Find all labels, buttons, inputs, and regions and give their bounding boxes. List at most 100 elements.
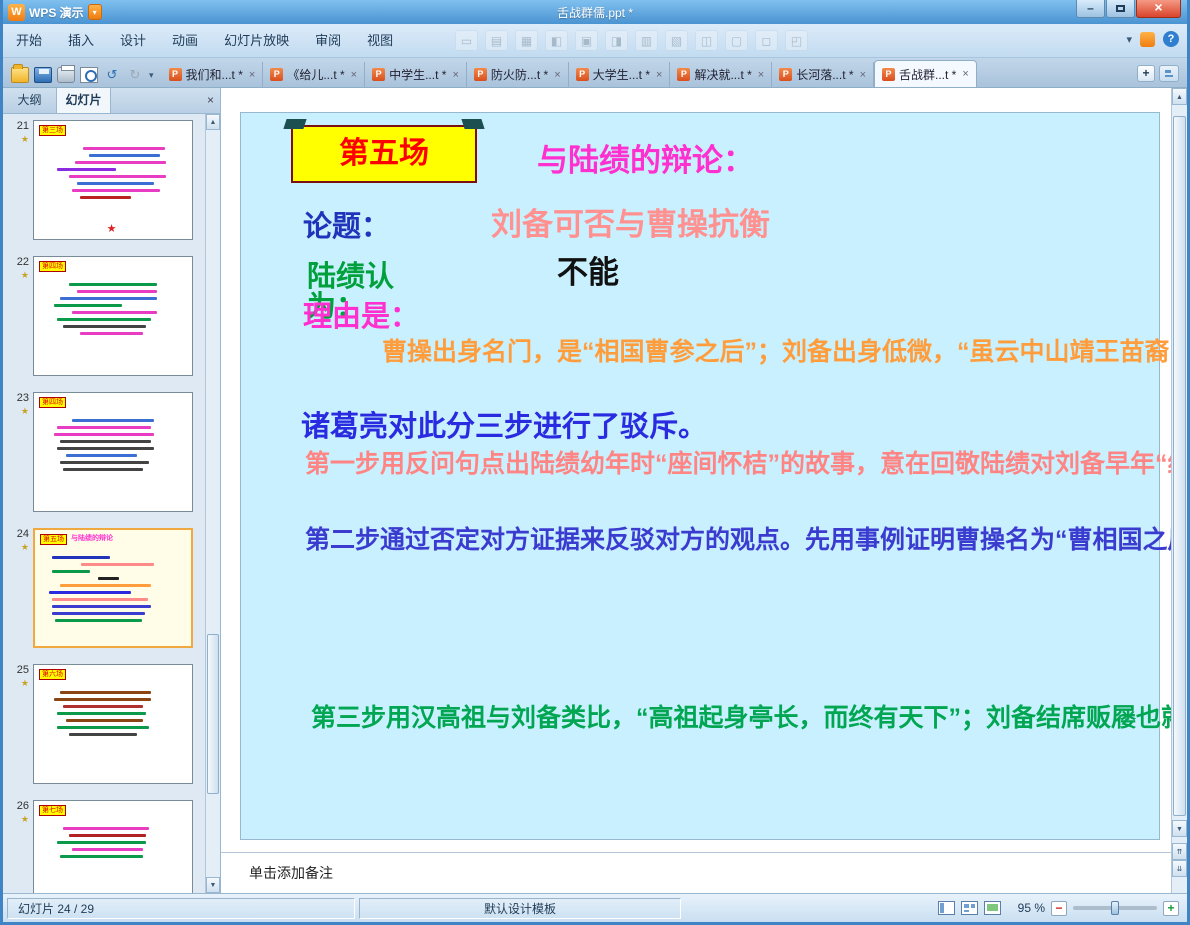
tab-close-icon[interactable]: × xyxy=(450,69,458,81)
zoom-slider-thumb[interactable] xyxy=(1111,901,1119,915)
tab-close-icon[interactable]: × xyxy=(960,68,968,80)
doc-tab[interactable]: P 大学生...t * × xyxy=(569,62,671,87)
step1-paragraph[interactable]: 第一步用反问句点出陆绩幼年时“座间怀桔”的故事，意在回敬陆绩对刘备早年“织席贩屦… xyxy=(305,447,1187,481)
undo-button[interactable]: ↺ xyxy=(103,67,121,83)
zoom-slider[interactable] xyxy=(1073,901,1157,915)
doc-tab[interactable]: P 《给儿...t * × xyxy=(263,62,366,87)
thumbnail-row: 21 ★ 第三场 ★ xyxy=(3,120,205,240)
quote-paragraph[interactable]: 曹操出身名门，是“相国曹参之后”；刘备出身低微，“虽云中山靖王苗裔，却无可稽考，… xyxy=(307,335,1187,370)
quickbar-dropdown-icon[interactable]: ▾ xyxy=(149,70,154,81)
tab-close-icon[interactable]: × xyxy=(756,69,764,81)
tab-close-icon[interactable]: × xyxy=(552,69,560,81)
slideshow-button[interactable] xyxy=(984,901,1001,915)
doc-tab-label: 防火防...t * xyxy=(490,68,549,82)
doc-tab-label: 大学生...t * xyxy=(592,68,650,82)
rebuttal-heading[interactable]: 诸葛亮对此分三步进行了驳斥。 xyxy=(301,403,707,445)
ribbon-collapse-icon[interactable]: ▾ xyxy=(1126,33,1132,46)
print-preview-button[interactable] xyxy=(80,67,98,83)
stance-text[interactable]: 不能 xyxy=(557,247,619,292)
redo-button[interactable]: ↻ xyxy=(126,67,144,83)
ppt-file-icon: P xyxy=(575,68,589,81)
tab-close-icon[interactable]: × xyxy=(247,69,255,81)
zoom-in-button[interactable]: + xyxy=(1163,900,1179,916)
ppt-file-icon: P xyxy=(168,68,182,81)
doc-tab-label: 我们和...t * xyxy=(185,68,243,82)
panel-scroll-thumb[interactable] xyxy=(207,634,219,794)
minimize-button[interactable]: – xyxy=(1076,0,1105,18)
doc-tab-active[interactable]: P 舌战群...t * × xyxy=(874,60,977,87)
tab-outline[interactable]: 大纲 xyxy=(3,88,57,113)
doc-tab[interactable]: P 防火防...t * × xyxy=(467,62,569,87)
tab-close-icon[interactable]: × xyxy=(654,69,662,81)
notes-placeholder[interactable]: 单击添加备注 xyxy=(221,852,1171,893)
thumbnail-content-lines xyxy=(39,419,187,471)
ppt-file-icon: P xyxy=(270,68,284,81)
menu-tab-插入[interactable]: 插入 xyxy=(55,29,107,53)
step2-paragraph[interactable]: 第二步通过否定对方证据来反驳对方的观点。先用事例证明曹操名为“曹相国之后”实为“… xyxy=(305,523,1187,557)
step3-paragraph[interactable]: 第三步用汉高祖与刘备类比，“高祖起身亭长，而终有天下”；刘备结席贩屦也就不见得无… xyxy=(311,701,1187,736)
menu-tab-审阅[interactable]: 审阅 xyxy=(302,29,354,53)
slide-thumbnail-25[interactable]: 第六场 xyxy=(33,664,193,784)
ribbon-tabs: 开始 插入 设计 动画 幻灯片放映 审阅 视图 xyxy=(3,29,406,53)
normal-view-button[interactable] xyxy=(938,901,955,915)
slide-thumbnail-22[interactable]: 第四场 xyxy=(33,256,193,376)
help-icon[interactable]: ? xyxy=(1163,31,1179,47)
panel-close-icon[interactable]: × xyxy=(207,93,214,107)
slide-thumbnail-24-selected[interactable]: 第五场 与陆绩的辩论 xyxy=(33,528,193,648)
doc-tab[interactable]: P 我们和...t * × xyxy=(162,62,264,87)
new-tab-button[interactable]: + xyxy=(1137,65,1155,82)
zoom-level: 95 % xyxy=(1017,901,1045,915)
tab-list-button[interactable] xyxy=(1159,65,1179,82)
thumbnail-row: 23 ★ 第四场 xyxy=(3,392,205,512)
maximize-button[interactable] xyxy=(1106,0,1135,18)
open-file-button[interactable] xyxy=(11,64,29,83)
next-slide-button[interactable]: ⇊ xyxy=(1172,860,1187,877)
thumbnail-row: 24 ★ 第五场 与陆绩的辩论 xyxy=(3,528,205,648)
scroll-thumb[interactable] xyxy=(1173,116,1186,816)
disabled-tool-icon: ◰ xyxy=(785,30,808,51)
menu-tab-视图[interactable]: 视图 xyxy=(354,29,406,53)
print-button[interactable] xyxy=(57,65,75,83)
app-menu-button[interactable]: W WPS 演示 ▾ xyxy=(3,3,102,21)
menu-tab-设计[interactable]: 设计 xyxy=(107,29,159,53)
app-menu-dropdown-icon[interactable]: ▾ xyxy=(87,4,102,20)
slide-sorter-view-button[interactable] xyxy=(961,901,978,915)
menu-tab-开始[interactable]: 开始 xyxy=(3,29,55,53)
main-scrollbar[interactable]: ▲ ▼ ⇈ ⇊ xyxy=(1171,88,1187,893)
ribbon-tab-bar: 开始 插入 设计 动画 幻灯片放映 审阅 视图 ▭ ▤ ▦ ◧ ▣ ◨ ▥ ▧ ◫ ▢ ◻ ◰ ▾ ? xyxy=(3,24,1187,58)
reason-label[interactable]: 理由是： xyxy=(303,293,419,335)
thumbnail-content-lines xyxy=(39,691,187,736)
skin-style-icon[interactable] xyxy=(1140,31,1155,47)
title-bar: W WPS 演示 ▾ 舌战群儒.ppt * – × xyxy=(3,0,1187,24)
document-tab-bar: ↺ ↻ ▾ P 我们和...t * × P 《给儿...t * × P 中学生...t * × P… xyxy=(3,58,1187,88)
thumbnail-banner: 第四场 xyxy=(39,261,66,272)
doc-tab[interactable]: P 中学生...t * × xyxy=(365,62,467,87)
scene-banner[interactable]: 第五场 xyxy=(291,125,477,183)
menu-tab-动画[interactable]: 动画 xyxy=(159,29,211,53)
close-button[interactable]: × xyxy=(1136,0,1181,18)
doc-tab[interactable]: P 解决就...t * × xyxy=(670,62,773,87)
previous-slide-button[interactable]: ⇈ xyxy=(1172,843,1187,860)
slide-canvas[interactable]: 第五场 与陆绩的辩论： 论题： 刘备可否与曹操抗衡 陆绩认 不能 为： 理由是：… xyxy=(240,112,1187,840)
slide-thumbnail-21[interactable]: 第三场 ★ xyxy=(33,120,193,240)
scroll-down-icon[interactable]: ▼ xyxy=(1172,820,1187,837)
slide-thumbnail-26[interactable]: 第七场 xyxy=(33,800,193,893)
menu-tab-幻灯片放映[interactable]: 幻灯片放映 xyxy=(211,29,302,53)
save-button[interactable] xyxy=(34,67,52,83)
slide-thumbnail-23[interactable]: 第四场 xyxy=(33,392,193,512)
tab-slides[interactable]: 幻灯片 xyxy=(57,88,111,113)
tab-close-icon[interactable]: × xyxy=(349,69,357,81)
animation-star-icon: ★ xyxy=(20,406,29,416)
tab-close-icon[interactable]: × xyxy=(858,69,866,81)
scroll-up-icon[interactable]: ▲ xyxy=(1172,88,1187,105)
panel-scrollbar[interactable]: ▲ ▼ xyxy=(205,114,220,893)
panel-scroll-down-icon[interactable]: ▼ xyxy=(206,877,220,893)
topic-value[interactable]: 刘备可否与曹操抗衡 xyxy=(491,199,770,244)
topic-label[interactable]: 论题： xyxy=(303,203,390,245)
zoom-out-button[interactable]: − xyxy=(1051,900,1067,916)
slide-number: 25 ★ xyxy=(3,664,33,784)
panel-scroll-up-icon[interactable]: ▲ xyxy=(206,114,220,130)
slide-thumbnail-list: 21 ★ 第三场 ★ 22 ★ 第四场 23 ★ 第四场 24 ★ 第五场 与陆绩的辩论 25 ★ 第六场 26 ★… xyxy=(3,114,205,893)
slide-title[interactable]: 与陆绩的辩论： xyxy=(537,135,754,180)
doc-tab[interactable]: P 长河落...t * × xyxy=(772,62,874,87)
